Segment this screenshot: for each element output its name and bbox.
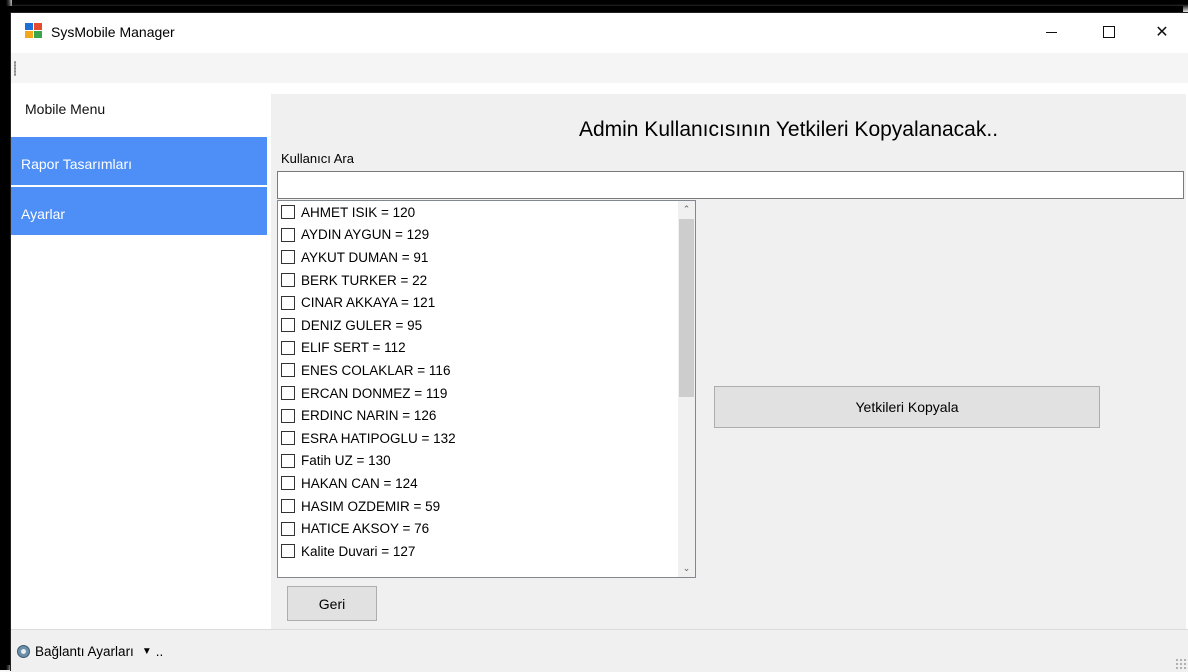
list-item-label: Kalite Duvari = 127	[301, 543, 416, 559]
checkbox[interactable]	[281, 499, 295, 514]
list-item[interactable]: HAKAN CAN = 124	[278, 472, 676, 495]
list-scrollbar[interactable]: ⌃ ⌄	[678, 201, 695, 577]
checkbox[interactable]	[281, 476, 295, 491]
app-window: SysMobile Manager ✕ Mobile Menu Rapor Ta…	[10, 12, 1188, 672]
list-item[interactable]: HASIM OZDEMIR = 59	[278, 495, 676, 518]
list-item-label: Fatih UZ = 130	[301, 453, 391, 469]
list-item[interactable]: AYKUT DUMAN = 91	[278, 246, 676, 269]
list-item-label: ENES COLAKLAR = 116	[301, 362, 451, 378]
toolstrip-grip-icon[interactable]	[14, 61, 16, 76]
close-icon: ✕	[1155, 24, 1169, 41]
checkbox[interactable]	[281, 318, 295, 333]
checkbox[interactable]	[281, 544, 295, 559]
checkbox[interactable]	[281, 250, 295, 265]
list-item-label: HASIM OZDEMIR = 59	[301, 498, 441, 514]
list-item-label: ERCAN DONMEZ = 119	[301, 385, 448, 401]
checkbox[interactable]	[281, 453, 295, 468]
list-item[interactable]: ERDINC NARIN = 126	[278, 404, 676, 427]
list-item-label: ESRA HATIPOGLU = 132	[301, 430, 456, 446]
list-item-label: ELIF SERT = 112	[301, 340, 406, 356]
list-item[interactable]: DENIZ GULER = 95	[278, 314, 676, 337]
sidebar-item-ayarlar[interactable]: Ayarlar	[11, 187, 267, 235]
list-item-label: BERK TURKER = 22	[301, 272, 428, 288]
list-item-label: AYDIN AYGUN = 129	[301, 227, 430, 243]
title-bar[interactable]: SysMobile Manager ✕	[11, 13, 1188, 51]
list-item[interactable]: Kalite Duvari = 127	[278, 540, 676, 563]
list-item[interactable]: Fatih UZ = 130	[278, 450, 676, 473]
user-list: AHMET ISIK = 120 AYDIN AYGUN = 129 AYKUT D…	[278, 201, 676, 563]
search-label: Kullanıcı Ara	[281, 151, 354, 166]
app-icon	[25, 23, 43, 39]
checkbox[interactable]	[281, 205, 295, 220]
scroll-down-button[interactable]: ⌄	[678, 560, 695, 577]
chevron-up-icon: ⌃	[682, 204, 691, 214]
main-panel: Admin Kullanıcısının Yetkileri Kopyalana…	[271, 94, 1186, 629]
checkbox[interactable]	[281, 340, 295, 355]
maximize-icon	[1103, 26, 1115, 38]
page-title: Admin Kullanıcısının Yetkileri Kopyalana…	[578, 118, 999, 141]
list-item-label: AHMET ISIK = 120	[301, 204, 416, 220]
list-item[interactable]: AHMET ISIK = 120	[278, 201, 676, 224]
window-title: SysMobile Manager	[51, 24, 175, 40]
list-item-label: AYKUT DUMAN = 91	[301, 249, 429, 265]
dropdown-overflow-label: ..	[155, 643, 164, 659]
scroll-up-button[interactable]: ⌃	[678, 201, 695, 218]
list-item[interactable]: BERK TURKER = 22	[278, 269, 676, 292]
close-button[interactable]: ✕	[1139, 13, 1185, 51]
list-item[interactable]: ENES COLAKLAR = 116	[278, 359, 676, 382]
list-item[interactable]: ERCAN DONMEZ = 119	[278, 382, 676, 405]
checkbox[interactable]	[281, 273, 295, 288]
resize-grip-icon[interactable]	[1175, 658, 1187, 670]
checkbox[interactable]	[281, 431, 295, 446]
list-item[interactable]: ELIF SERT = 112	[278, 337, 676, 360]
user-checklist[interactable]: AHMET ISIK = 120 AYDIN AYGUN = 129 AYKUT D…	[277, 200, 696, 578]
checkbox[interactable]	[281, 295, 295, 310]
maximize-button[interactable]	[1086, 13, 1132, 51]
checkbox[interactable]	[281, 408, 295, 423]
list-item-label: ERDINC NARIN = 126	[301, 408, 437, 424]
copy-permissions-button[interactable]: Yetkileri Kopyala	[714, 386, 1100, 428]
minimize-button[interactable]	[1028, 13, 1074, 51]
list-item[interactable]: AYDIN AYGUN = 129	[278, 224, 676, 247]
checkbox[interactable]	[281, 521, 295, 536]
list-item[interactable]: CINAR AKKAYA = 121	[278, 291, 676, 314]
chevron-down-icon: ⌄	[682, 563, 691, 573]
toolstrip	[11, 53, 1188, 83]
sidebar-title: Mobile Menu	[25, 101, 106, 117]
list-item-label: CINAR AKKAYA = 121	[301, 295, 436, 311]
checkbox[interactable]	[281, 386, 295, 401]
connection-settings-dropdown[interactable]: Bağlantı Ayarları ▼ ..	[17, 640, 163, 662]
scroll-thumb[interactable]	[679, 219, 694, 397]
minimize-icon	[1045, 31, 1057, 33]
list-item-label: HATICE AKSOY = 76	[301, 521, 430, 537]
checkbox[interactable]	[281, 363, 295, 378]
list-item-label: HAKAN CAN = 124	[301, 475, 418, 491]
sidebar-item-rapor-tasarimlari[interactable]: Rapor Tasarımları	[11, 137, 267, 185]
search-input[interactable]	[277, 171, 1184, 199]
settings-gear-icon	[17, 644, 30, 658]
window-shadow-top	[0, 0, 1188, 12]
back-button[interactable]: Geri	[287, 586, 377, 621]
list-item[interactable]: ESRA HATIPOGLU = 132	[278, 427, 676, 450]
sidebar: Mobile Menu Rapor Tasarımları Ayarlar	[11, 83, 267, 628]
connection-settings-label: Bağlantı Ayarları	[35, 643, 134, 659]
dropdown-arrow-icon: ▼	[141, 645, 152, 657]
list-item-label: DENIZ GULER = 95	[301, 317, 423, 333]
status-strip: Bağlantı Ayarları ▼ ..	[11, 629, 1188, 672]
checkbox[interactable]	[281, 227, 295, 242]
list-item[interactable]: HATICE AKSOY = 76	[278, 517, 676, 540]
